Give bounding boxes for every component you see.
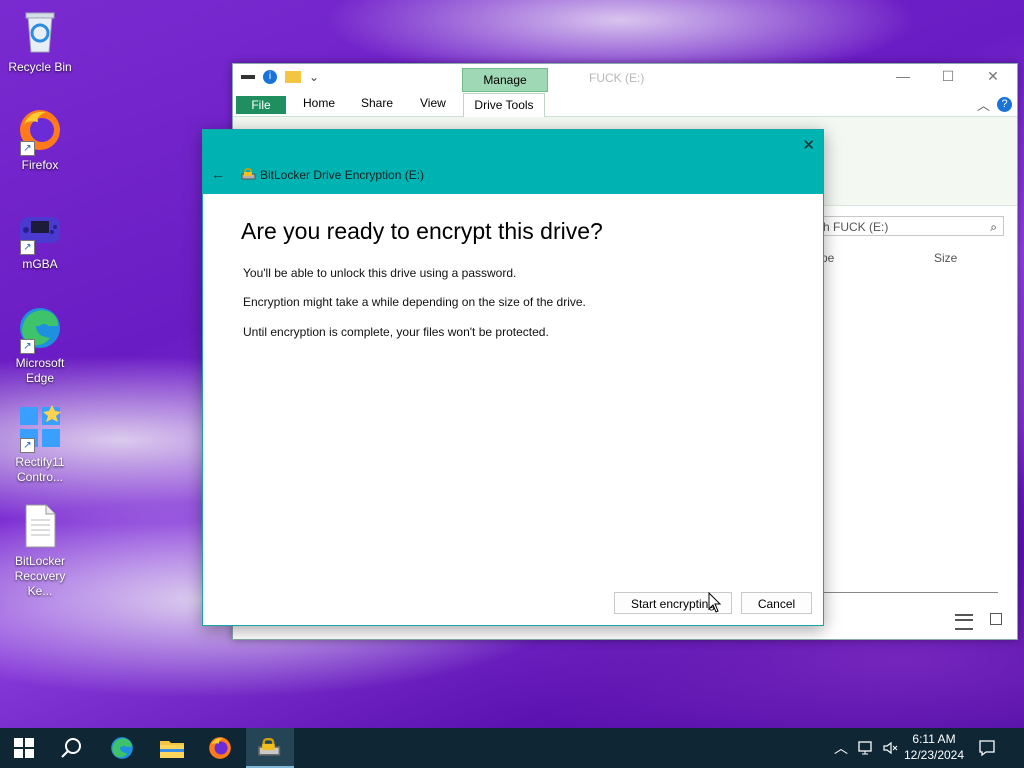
taskbar: ︿ 6:11 AM 12/23/2024 [0, 728, 1024, 768]
recycle-bin-icon [16, 8, 64, 56]
rectify11-icon: ↗ [16, 403, 64, 453]
desktop-icon-mgba[interactable]: ↗ mGBA [2, 205, 78, 272]
dialog-app-title: BitLocker Drive Encryption (E:) [260, 168, 425, 182]
taskbar-clock[interactable]: 6:11 AM 12/23/2024 [896, 731, 972, 763]
explorer-title-bar[interactable]: i ⌄ Manage FUCK (E:) — ☐ ✕ [233, 64, 1017, 92]
close-icon[interactable]: ✕ [802, 136, 815, 154]
manage-contextual-tab[interactable]: Manage [462, 68, 548, 92]
tab-view[interactable]: View [420, 96, 446, 110]
tab-drive-tools[interactable]: Drive Tools [463, 93, 545, 117]
search-icon [61, 738, 81, 758]
network-icon[interactable] [858, 728, 874, 768]
taskbar-firefox[interactable] [196, 728, 244, 768]
info-line: You'll be able to unlock this drive usin… [243, 266, 517, 280]
window-title: FUCK (E:) [589, 71, 645, 85]
minimize-button[interactable]: — [880, 68, 926, 84]
desktop-icon-bitlocker-recovery-key[interactable]: BitLocker Recovery Ke... [2, 502, 78, 599]
firefox-icon [209, 737, 231, 759]
close-button[interactable]: ✕ [970, 68, 1016, 85]
cancel-button[interactable]: Cancel [741, 592, 812, 614]
shortcut-arrow-icon: ↗ [20, 141, 35, 156]
new-folder-icon[interactable] [285, 71, 301, 83]
firefox-icon: ↗ [16, 106, 64, 156]
info-line: Until encryption is complete, your files… [243, 325, 549, 339]
edge-icon [111, 737, 133, 759]
maximize-button[interactable]: ☐ [925, 68, 971, 85]
taskbar-edge[interactable] [98, 728, 146, 768]
bitlocker-drive-icon [241, 167, 256, 180]
desktop-icon-recycle-bin[interactable]: Recycle Bin [2, 8, 78, 75]
tab-share[interactable]: Share [361, 96, 393, 110]
desktop-icon-label: Rectify11 Contro... [15, 455, 65, 484]
search-button[interactable] [48, 728, 96, 768]
shortcut-arrow-icon: ↗ [20, 438, 35, 453]
column-header-size[interactable]: Size [934, 251, 957, 265]
desktop-icon-label: mGBA [22, 257, 58, 271]
help-icon[interactable]: ? [997, 97, 1012, 112]
ribbon-tabs: File Home Share View Drive Tools ︿ ? [233, 92, 1017, 117]
divider [823, 592, 998, 593]
tab-home[interactable]: Home [303, 96, 335, 110]
desktop-icon-label: BitLocker Recovery Ke... [14, 554, 66, 598]
taskbar-bitlocker[interactable] [246, 728, 294, 768]
bitlocker-drive-icon [258, 737, 281, 756]
clock-time: 6:11 AM [912, 732, 956, 746]
drive-icon[interactable] [241, 75, 255, 79]
folder-icon [160, 741, 184, 758]
start-button[interactable] [0, 728, 48, 768]
desktop-icon-firefox[interactable]: ↗ Firefox [2, 106, 78, 173]
mouse-cursor-icon [708, 591, 722, 617]
back-arrow-icon[interactable]: ← [211, 166, 225, 182]
show-hidden-icons-chevron[interactable]: ︿ [834, 728, 848, 768]
dialog-heading: Are you ready to encrypt this drive? [241, 218, 603, 244]
dialog-header: ✕ ← BitLocker Drive Encryption (E:) [203, 130, 823, 194]
text-document-icon [16, 502, 64, 550]
taskbar-file-explorer[interactable] [148, 728, 196, 768]
windows-logo-icon [14, 738, 34, 758]
desktop-icon-label: Firefox [21, 158, 59, 172]
desktop-icon-rectify11[interactable]: ↗ Rectify11 Contro... [2, 403, 78, 485]
mgba-icon: ↗ [16, 205, 64, 255]
desktop-icon-label: Microsoft Edge [15, 356, 65, 385]
collapse-ribbon-chevron-icon[interactable]: ︿ [977, 95, 990, 114]
properties-icon[interactable]: i [263, 70, 277, 84]
details-view-icon[interactable] [955, 614, 973, 630]
search-icon: ⌕ [990, 220, 997, 234]
edge-icon: ↗ [16, 304, 64, 354]
clock-date: 12/23/2024 [903, 748, 965, 762]
shortcut-arrow-icon: ↗ [20, 339, 35, 354]
tab-file[interactable]: File [236, 96, 286, 114]
search-input[interactable]: h FUCK (E:) ⌕ [818, 216, 1004, 236]
search-text: h FUCK (E:) [823, 220, 889, 234]
quick-access-toolbar: i ⌄ [241, 70, 319, 84]
customize-toolbar-chevron-icon[interactable]: ⌄ [309, 70, 319, 84]
shortcut-arrow-icon: ↗ [20, 240, 35, 255]
info-line: Encryption might take a while depending … [243, 295, 586, 309]
desktop-icon-edge[interactable]: ↗ Microsoft Edge [2, 304, 78, 386]
desktop-icon-label: Recycle Bin [8, 60, 72, 74]
large-icons-view-icon[interactable] [990, 613, 1002, 625]
bitlocker-dialog[interactable]: ✕ ← BitLocker Drive Encryption (E:) Are … [202, 129, 824, 626]
notification-center-icon[interactable] [978, 728, 996, 768]
